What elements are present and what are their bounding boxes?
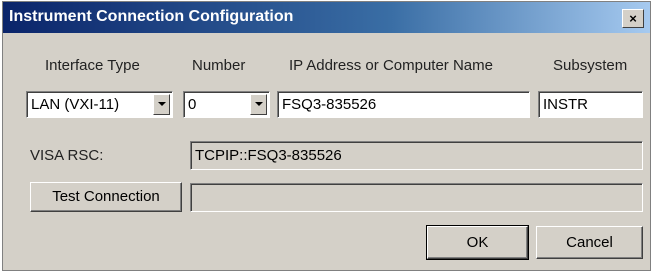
visa-rsc-value: TCPIP::FSQ3-835526 — [195, 147, 342, 164]
visa-rsc-label: VISA RSC: — [30, 147, 104, 164]
cancel-button[interactable]: Cancel — [536, 226, 643, 259]
chevron-down-icon[interactable] — [250, 94, 267, 115]
ip-address-label: IP Address or Computer Name — [289, 57, 493, 74]
ok-button[interactable]: OK — [426, 225, 529, 260]
test-connection-button[interactable]: Test Connection — [30, 182, 182, 212]
interface-type-select[interactable]: LAN (VXI-11) — [26, 91, 173, 118]
ip-address-input[interactable]: FSQ3-835526 — [277, 91, 530, 118]
number-value: 0 — [188, 96, 197, 113]
close-icon: × — [629, 11, 637, 26]
close-button[interactable]: × — [622, 9, 644, 28]
chevron-down-icon[interactable] — [153, 94, 170, 115]
window-title: Instrument Connection Configuration — [9, 8, 294, 25]
title-bar[interactable]: Instrument Connection Configuration × — [3, 2, 650, 33]
subsystem-value: INSTR — [543, 96, 588, 113]
ip-address-value: FSQ3-835526 — [282, 96, 377, 113]
subsystem-label: Subsystem — [553, 57, 628, 74]
number-label: Number — [192, 57, 246, 74]
connection-dialog: Instrument Connection Configuration × In… — [2, 1, 651, 271]
interface-type-label: Interface Type — [45, 57, 140, 74]
test-result-field — [190, 183, 643, 212]
visa-rsc-field: TCPIP::FSQ3-835526 — [190, 141, 643, 170]
number-select[interactable]: 0 — [183, 91, 270, 118]
interface-type-value: LAN (VXI-11) — [31, 96, 120, 113]
subsystem-input[interactable]: INSTR — [538, 91, 643, 118]
